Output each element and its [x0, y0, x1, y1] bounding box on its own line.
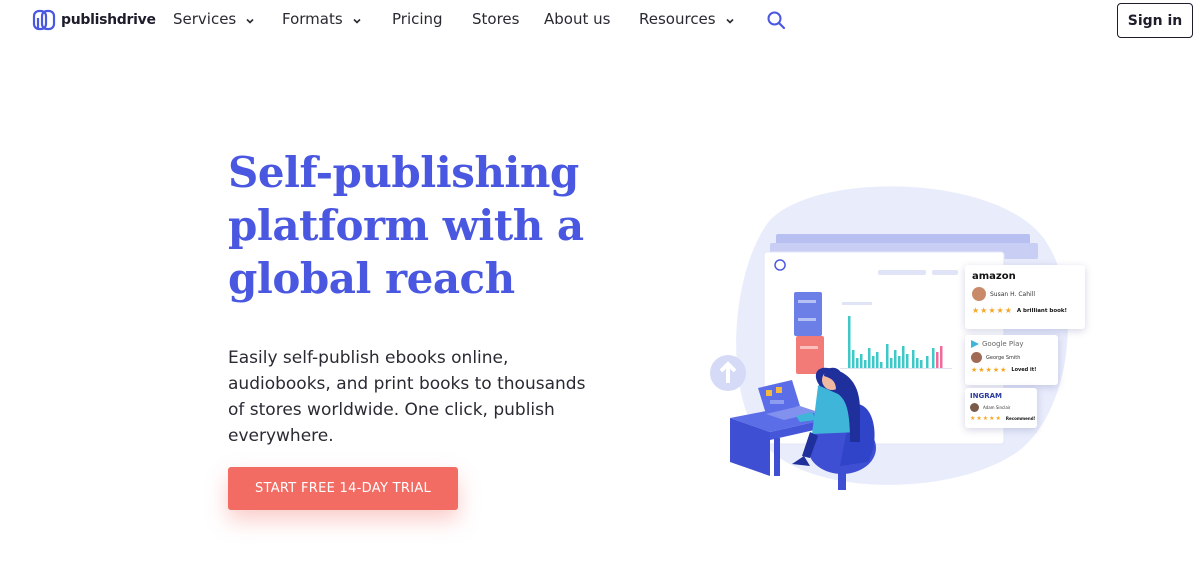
chevron-down-icon — [726, 18, 734, 24]
avatar — [971, 352, 982, 363]
nav-formats-label: Formats — [282, 10, 343, 28]
review-user: Adam Sinclair — [970, 403, 1032, 412]
review-rating-row: ★★★★★ Loved it! — [971, 366, 1052, 374]
hero-illustration: amazon Susan H. Cahill ★★★★★ A brilliant… — [700, 180, 1100, 500]
nav-about-us-label: About us — [544, 10, 611, 28]
review-quote: Recommend! — [1005, 416, 1036, 421]
review-quote: Loved it! — [1011, 367, 1037, 373]
avatar — [970, 403, 979, 412]
hero-description-line: of stores worldwide. One click, publish — [228, 400, 555, 420]
google-play-icon — [971, 340, 979, 348]
review-rating-row: ★★★★★ A brilliant book! — [972, 306, 1078, 315]
search-icon[interactable] — [766, 10, 786, 30]
review-user-name: George Smith — [986, 354, 1021, 361]
review-quote: A brilliant book! — [1016, 307, 1068, 314]
chevron-down-icon — [353, 18, 361, 24]
publishdrive-logo-icon — [32, 9, 56, 31]
hero-description-line: Easily self-publish ebooks online, — [228, 348, 509, 368]
nav-stores-label: Stores — [472, 10, 520, 28]
nav-stores[interactable]: Stores — [472, 10, 519, 28]
review-user: George Smith — [971, 352, 1052, 363]
review-card-google-play: Google Play George Smith ★★★★★ Loved it! — [965, 335, 1058, 385]
nav-services[interactable]: Services — [173, 10, 255, 28]
review-rating-row: ★★★★★ Recommend! — [970, 415, 1035, 422]
hero-description: Easily self-publish ebooks online, audio… — [228, 345, 618, 449]
top-nav: publishdrive Services Formats Pricing St… — [0, 0, 1200, 40]
nav-formats[interactable]: Formats — [282, 10, 362, 28]
review-user-name: Susan H. Cahill — [990, 290, 1036, 298]
nav-about-us[interactable]: About us — [544, 10, 610, 28]
review-card-amazon: amazon Susan H. Cahill ★★★★★ A brilliant… — [965, 265, 1085, 329]
review-stars: ★★★★★ — [971, 366, 1008, 374]
hero-title-line: platform with a — [228, 201, 584, 250]
review-brand-row: Google Play — [971, 340, 1052, 348]
hero-description-line: everywhere. — [228, 426, 334, 446]
hero-title: Self-publishing platform with a global r… — [228, 146, 628, 305]
nav-resources[interactable]: Resources — [639, 10, 735, 28]
sign-in-button[interactable]: Sign in — [1117, 3, 1193, 38]
hero-description-line: audiobooks, and print books to thousands — [228, 374, 586, 394]
review-user-name: Adam Sinclair — [983, 405, 1011, 410]
chevron-down-icon — [246, 18, 254, 24]
start-free-trial-button[interactable]: START FREE 14-DAY TRIAL — [228, 467, 458, 510]
review-card-ingram: INGRAM Adam Sinclair ★★★★★ Recommend! — [965, 388, 1037, 428]
review-brand: Google Play — [982, 340, 1024, 348]
nav-pricing-label: Pricing — [392, 10, 443, 28]
review-brand: INGRAM — [970, 392, 1002, 400]
review-stars: ★★★★★ — [972, 306, 1013, 315]
nav-pricing[interactable]: Pricing — [392, 10, 443, 28]
logo-text: publishdrive — [61, 12, 156, 28]
nav-services-label: Services — [173, 10, 237, 28]
hero-title-line: global reach — [228, 254, 515, 303]
review-stars: ★★★★★ — [970, 415, 1002, 422]
nav-resources-label: Resources — [639, 10, 716, 28]
review-user: Susan H. Cahill — [972, 287, 1078, 301]
hero-title-line: Self-publishing — [228, 148, 579, 197]
logo[interactable]: publishdrive — [32, 8, 156, 32]
review-brand: amazon — [972, 271, 1016, 282]
avatar — [972, 287, 986, 301]
